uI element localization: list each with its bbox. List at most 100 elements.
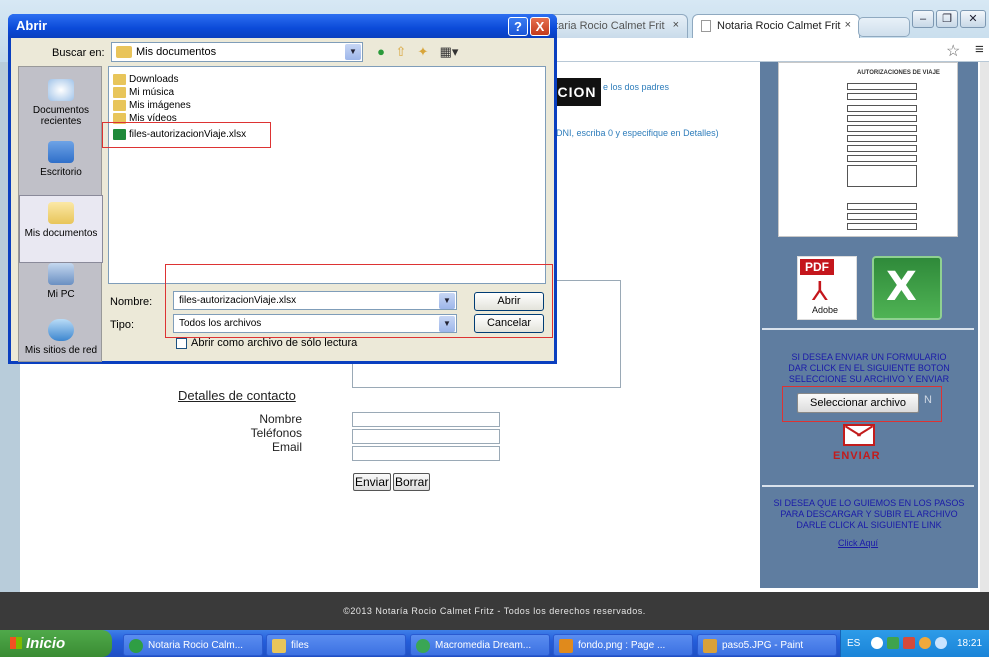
- file-item-downloads[interactable]: Downloads: [113, 73, 178, 86]
- excel-letter: X: [886, 264, 917, 310]
- new-tab-button[interactable]: [858, 17, 910, 37]
- close-window-icon[interactable]: ✕: [960, 10, 986, 28]
- excel-icon[interactable]: X: [872, 256, 942, 320]
- file-name-input[interactable]: files-autorizacionViaje.xlsx ▼: [173, 291, 457, 310]
- tray-icon[interactable]: [871, 637, 883, 649]
- recent-documents-icon: [48, 79, 74, 101]
- send-form-instructions: SI DESEA ENVIAR UN FORMULARIO DAR CLICK …: [788, 352, 950, 384]
- up-folder-icon[interactable]: ⇧: [392, 44, 410, 60]
- fireworks-icon: [559, 639, 573, 653]
- pdf-icon[interactable]: PDF ⅄ Adobe: [797, 256, 857, 320]
- places-bar: Documentos recientes Escritorio Mis docu…: [18, 66, 103, 362]
- phones-input[interactable]: [352, 429, 500, 444]
- dni-note: DNI, escriba 0 y especifique en Detalles…: [556, 128, 719, 138]
- select-file-button[interactable]: Seleccionar archivo: [797, 393, 919, 413]
- readonly-label: Abrir como archivo de sólo lectura: [191, 337, 358, 349]
- file-list: Downloads Mi música Mis imágenes Mis víd…: [108, 66, 546, 284]
- maximize-icon[interactable]: ❐: [936, 10, 958, 28]
- browser-tab-1[interactable]: otaria Rocio Calmet Frit ×: [540, 14, 688, 38]
- tray-icon[interactable]: [887, 637, 899, 649]
- clock: 18:21: [957, 638, 983, 649]
- thumbnail-title: AUTORIZACIONES DE VIAJE: [857, 70, 940, 76]
- chevron-down-icon[interactable]: ▼: [345, 44, 361, 60]
- cancel-button[interactable]: Cancelar: [474, 314, 544, 333]
- folder-icon: [272, 639, 286, 653]
- system-tray: ES 18:21: [840, 630, 989, 657]
- file-item-music[interactable]: Mi música: [113, 86, 174, 99]
- clear-button[interactable]: Borrar: [393, 473, 431, 491]
- name-input[interactable]: [352, 412, 500, 427]
- network-icon: [48, 319, 74, 341]
- divider: [762, 485, 974, 487]
- name-label: Nombre: [259, 412, 302, 426]
- send-label[interactable]: ENVIAR: [833, 450, 881, 462]
- windows-logo-icon: [10, 637, 22, 649]
- language-indicator[interactable]: ES: [847, 630, 860, 657]
- place-recent[interactable]: Documentos recientes: [19, 73, 103, 135]
- guide-instructions: SI DESEA QUE LO GUIEMOS EN LOS PASOS PAR…: [773, 498, 965, 530]
- chevron-down-icon[interactable]: ▼: [439, 316, 455, 332]
- minimize-icon[interactable]: –: [912, 10, 934, 28]
- file-name-label: Nombre:: [110, 296, 153, 308]
- start-button[interactable]: Inicio: [0, 630, 112, 657]
- send-button[interactable]: Enviar: [353, 473, 392, 491]
- new-folder-icon[interactable]: ✦: [414, 44, 432, 60]
- place-network[interactable]: Mis sitios de red: [19, 313, 103, 375]
- menu-icon[interactable]: ≡: [975, 41, 984, 58]
- address-bar[interactable]: [555, 38, 989, 62]
- taskbar-item-dreamweaver[interactable]: Macromedia Dream...: [410, 634, 550, 656]
- file-type-label: Tipo:: [110, 319, 135, 331]
- readonly-checkbox[interactable]: [176, 338, 187, 349]
- taskbar-item-files[interactable]: files: [266, 634, 406, 656]
- folder-icon: [116, 46, 132, 58]
- place-my-documents[interactable]: Mis documentos: [19, 195, 103, 263]
- page-scrollbar[interactable]: [980, 62, 989, 592]
- pdf-badge: PDF: [800, 259, 834, 275]
- file-item-pictures[interactable]: Mis imágenes: [113, 99, 191, 112]
- taskbar-item-browser[interactable]: Notaria Rocio Calm...: [123, 634, 263, 656]
- bookmark-star-icon[interactable]: ☆: [946, 41, 960, 61]
- back-icon[interactable]: ●: [372, 44, 390, 60]
- close-tab-icon[interactable]: ×: [845, 19, 851, 31]
- place-desktop[interactable]: Escritorio: [19, 135, 103, 197]
- desktop-icon: [48, 141, 74, 163]
- help-icon[interactable]: ?: [508, 17, 528, 36]
- intro-text: e los dos padres: [603, 82, 670, 92]
- my-documents-icon: [48, 202, 74, 224]
- no-file-text: N: [924, 394, 932, 406]
- tray-icon[interactable]: [919, 637, 931, 649]
- adobe-caption: Adobe: [812, 305, 839, 315]
- file-highlight: [102, 122, 271, 148]
- phones-label: Teléfonos: [250, 426, 302, 440]
- folder-icon: [113, 74, 126, 85]
- look-in-label: Buscar en:: [52, 47, 105, 59]
- form-thumbnail[interactable]: AUTORIZACIONES DE VIAJE: [778, 62, 958, 237]
- banner-image: CION: [553, 78, 601, 106]
- dreamweaver-icon: [416, 639, 430, 653]
- divider: [762, 328, 974, 330]
- view-menu-icon[interactable]: ▦▾: [436, 44, 462, 60]
- tab-title: otaria Rocio Calmet Frit: [549, 20, 665, 32]
- tray-icon[interactable]: [903, 637, 915, 649]
- click-here-link[interactable]: Click Aquí: [838, 538, 878, 548]
- email-label: Email: [271, 440, 302, 454]
- music-folder-icon: [113, 87, 126, 98]
- tab-title: Notaria Rocio Calmet Frit: [717, 20, 841, 32]
- taskbar-item-paint[interactable]: paso5.JPG - Paint: [697, 634, 837, 656]
- look-in-select[interactable]: Mis documentos ▼: [111, 42, 363, 62]
- close-icon[interactable]: X: [530, 17, 550, 36]
- paint-icon: [703, 639, 717, 653]
- page-footer: ©2013 Notaría Rocio Calmet Fritz - Todos…: [0, 592, 989, 630]
- chevron-down-icon[interactable]: ▼: [439, 293, 455, 309]
- taskbar-item-fireworks[interactable]: fondo.png : Page ...: [553, 634, 693, 656]
- close-tab-icon[interactable]: ×: [673, 19, 679, 31]
- tray-icon[interactable]: [935, 637, 947, 649]
- open-button[interactable]: Abrir: [474, 292, 544, 311]
- browser-tab-2[interactable]: Notaria Rocio Calmet Frit ×: [692, 14, 860, 38]
- chrome-icon: [129, 639, 143, 653]
- computer-icon: [48, 263, 74, 285]
- email-input[interactable]: [352, 446, 500, 461]
- envelope-icon[interactable]: [843, 424, 875, 446]
- place-my-computer[interactable]: Mi PC: [19, 257, 103, 319]
- file-type-select[interactable]: Todos los archivos ▼: [173, 314, 457, 333]
